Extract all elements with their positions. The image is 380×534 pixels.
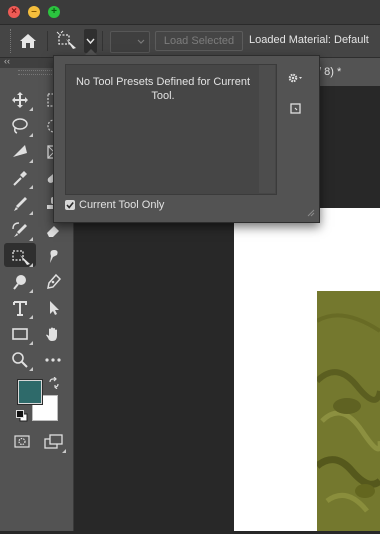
knit-texture-image <box>314 291 380 531</box>
crop-tool[interactable] <box>7 141 33 163</box>
tools-panel-grip[interactable] <box>18 70 54 75</box>
empty-presets-message: No Tool Presets Defined for Current Tool… <box>75 76 251 102</box>
document-tab[interactable]: / 8) * <box>318 58 380 86</box>
move-icon <box>12 92 28 108</box>
current-tool-only-label[interactable]: Current Tool Only <box>79 199 164 211</box>
close-icon: × <box>11 6 17 17</box>
move-tool[interactable] <box>7 89 33 111</box>
dodge-tool[interactable] <box>7 271 33 293</box>
hand-icon <box>46 327 57 341</box>
brush-tool[interactable] <box>7 193 33 215</box>
tool-preset-picker[interactable] <box>54 29 84 53</box>
window-title-bar: × – + <box>0 0 380 25</box>
foreground-color-swatch[interactable] <box>18 380 42 404</box>
zoom-window-button[interactable]: + <box>48 6 60 18</box>
more-dots-icon <box>45 358 61 362</box>
object-selection-tool-icon <box>56 30 76 49</box>
history-brush-tool[interactable] <box>7 219 33 241</box>
default-colors-icon <box>16 410 28 422</box>
minimize-icon: – <box>31 6 37 17</box>
material-dropdown[interactable] <box>110 31 150 53</box>
edit-toolbar-button[interactable] <box>40 349 66 371</box>
home-button[interactable] <box>16 31 40 51</box>
lasso-tool[interactable] <box>7 115 33 137</box>
eyedropper-tool[interactable] <box>7 167 33 189</box>
type-icon <box>13 301 27 316</box>
zoom-icon: + <box>51 6 57 17</box>
type-tool[interactable] <box>7 297 33 319</box>
smudge-icon <box>50 250 58 263</box>
create-new-preset-button[interactable] <box>286 100 306 118</box>
pen-icon <box>47 273 62 289</box>
collapse-panel-button[interactable]: ‹‹ <box>4 56 10 66</box>
current-tool-only-checkbox[interactable] <box>65 200 75 210</box>
new-preset-icon <box>290 103 301 114</box>
swap-colors-button[interactable] <box>48 376 60 392</box>
document-tab-title: / 8) * <box>318 66 342 78</box>
screen-mode-button[interactable] <box>40 431 66 453</box>
history-brush-icon <box>12 222 27 237</box>
object-selection-tool[interactable] <box>7 245 33 267</box>
canvas-photo <box>314 291 380 531</box>
rectangle-tool[interactable] <box>7 323 33 345</box>
magnifier-icon <box>12 352 28 368</box>
minimize-window-button[interactable]: – <box>28 6 40 18</box>
brush-icon <box>14 197 27 211</box>
preset-settings-menu-button[interactable] <box>284 68 308 88</box>
eyedropper-icon <box>13 171 27 186</box>
crop-icon <box>13 145 27 157</box>
popup-resize-handle[interactable] <box>305 207 315 220</box>
home-icon <box>20 34 36 48</box>
smudge-tool[interactable] <box>40 245 66 267</box>
resize-grip-icon <box>307 209 315 217</box>
chevron-down-icon <box>137 39 145 44</box>
arrow-cursor-icon <box>50 301 59 315</box>
eraser-icon <box>47 226 59 237</box>
gear-icon <box>288 73 302 83</box>
preset-list-scrollbar[interactable] <box>259 65 275 193</box>
checkmark-icon <box>66 202 74 209</box>
options-bar-grip <box>10 29 14 53</box>
close-window-button[interactable]: × <box>8 6 20 18</box>
rectangle-icon <box>12 328 28 340</box>
hand-tool[interactable] <box>40 323 66 345</box>
load-selected-button[interactable]: Load Selected <box>155 31 243 51</box>
default-colors-button[interactable] <box>16 410 28 425</box>
path-selection-tool[interactable] <box>40 297 66 319</box>
pen-tool[interactable] <box>40 271 66 293</box>
options-bar: Load Selected Loaded Material: Default <box>0 25 380 58</box>
dodge-icon <box>13 275 26 290</box>
quick-mask-icon <box>14 435 30 448</box>
zoom-tool[interactable] <box>7 349 33 371</box>
quick-mask-button[interactable] <box>9 431 35 453</box>
loaded-material-text: Loaded Material: Default <box>249 34 369 46</box>
lasso-icon <box>12 118 28 134</box>
swap-arrows-icon <box>49 376 59 390</box>
